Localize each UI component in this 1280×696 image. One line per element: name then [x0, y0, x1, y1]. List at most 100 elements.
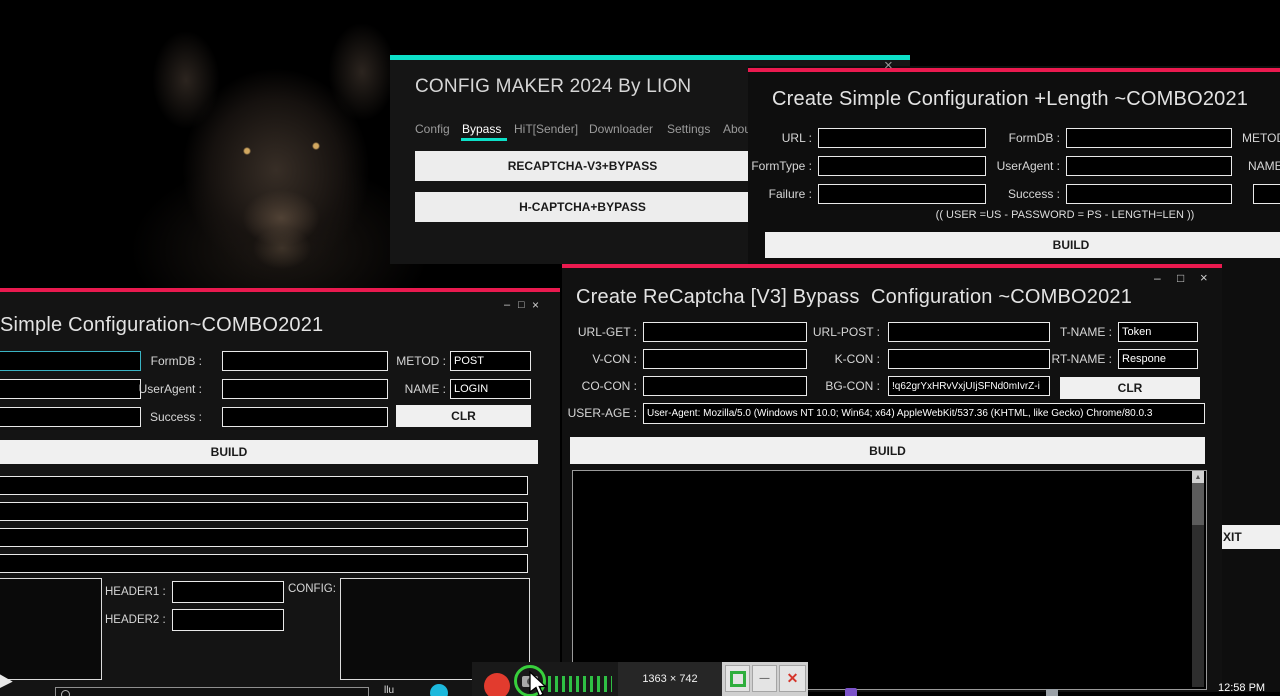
success-input[interactable] — [222, 407, 388, 427]
config-line-input[interactable] — [0, 554, 528, 573]
success-label: Success : — [980, 187, 1060, 201]
close-icon[interactable]: × — [884, 60, 893, 72]
header1-label: HEADER1 : — [105, 586, 167, 598]
failure-input[interactable] — [0, 407, 141, 427]
tab-bypass[interactable]: Bypass — [462, 122, 501, 136]
success-label: Success : — [130, 410, 202, 424]
url-post-input[interactable] — [888, 322, 1050, 342]
build-button[interactable]: BUILD — [0, 440, 538, 464]
recorder-close-button[interactable]: ✕ — [779, 665, 806, 692]
scrollbar-thumb[interactable] — [1192, 483, 1204, 525]
config-line-input[interactable] — [0, 528, 528, 547]
metod-label: METOD — [1242, 131, 1280, 145]
recaptcha-config-title-bar[interactable] — [562, 264, 1222, 268]
exit-button[interactable]: XIT — [1222, 525, 1280, 549]
config-line-input[interactable] — [0, 476, 528, 495]
output-box — [572, 470, 1207, 690]
maximize-icon[interactable]: □ — [1177, 272, 1184, 284]
taskbar-search-box[interactable] — [55, 687, 369, 696]
name-input[interactable] — [450, 379, 531, 399]
simple-config-title: Simple Configuration~COMBO2021 — [0, 314, 323, 337]
clr-button[interactable]: CLR — [396, 405, 531, 427]
user-age-label: USER-AGE : — [565, 406, 637, 420]
length-config-title-bar[interactable] — [748, 68, 1280, 72]
partial-window-text: llu — [384, 685, 394, 696]
green-square-icon — [730, 671, 746, 687]
co-con-input[interactable] — [643, 376, 807, 396]
build-button[interactable]: BUILD — [570, 437, 1205, 464]
tab-settings[interactable]: Settings — [667, 122, 710, 136]
v-con-input[interactable] — [643, 349, 807, 369]
config-maker-title: CONFIG MAKER 2024 By LION — [415, 76, 691, 98]
rt-name-label: RT-NAME : — [1050, 352, 1112, 366]
url-get-label: URL-GET : — [565, 325, 637, 339]
header2-input[interactable] — [172, 609, 284, 631]
k-con-input[interactable] — [888, 349, 1050, 369]
tab-downloader[interactable]: Downloader — [589, 122, 653, 136]
header2-label: HEADER2 : — [105, 614, 167, 626]
rt-name-input[interactable] — [1118, 349, 1198, 369]
taskbar-clock[interactable]: 12:58 PM — [1218, 682, 1265, 694]
scrollbar-up-button[interactable]: ▲ — [1192, 471, 1204, 483]
formdb-label: FormDB : — [130, 354, 202, 368]
formdb-input[interactable] — [1066, 128, 1232, 148]
useragent-input[interactable] — [222, 379, 388, 399]
bg-con-label: BG-CON : — [808, 379, 880, 393]
config-label: CONFIG: — [288, 583, 340, 595]
v-con-label: V-CON : — [565, 352, 637, 366]
close-icon[interactable]: × — [1200, 272, 1208, 284]
metod-input[interactable] — [450, 351, 531, 371]
tray-icon-gray[interactable] — [1046, 689, 1058, 696]
config-maker-title-bar[interactable] — [390, 55, 910, 60]
recaptcha-v3-bypass-button[interactable]: RECAPTCHA-V3+BYPASS — [415, 151, 750, 181]
bg-con-input[interactable] — [888, 376, 1050, 396]
edge-cut-input[interactable] — [1253, 184, 1280, 204]
formdb-label: FormDB : — [980, 131, 1060, 145]
audio-waveform — [548, 676, 612, 692]
url-label: URL : — [740, 131, 812, 145]
config-line-input[interactable] — [0, 502, 528, 521]
maximize-icon[interactable]: □ — [518, 299, 525, 311]
url-input[interactable] — [818, 128, 986, 148]
co-con-label: CO-CON : — [565, 379, 637, 393]
useragent-label: UserAgent : — [976, 159, 1060, 173]
length-hint-text: (( USER =US - PASSWORD = PS - LENGTH=LEN… — [815, 209, 1280, 221]
formdb-input[interactable] — [222, 351, 388, 371]
clr-button[interactable]: CLR — [1060, 377, 1200, 399]
t-name-label: T-NAME : — [1050, 325, 1112, 339]
tab-hit-sender[interactable]: HiT[Sender] — [514, 122, 578, 136]
stop-button[interactable] — [725, 665, 750, 692]
name-label: NAME — [1248, 159, 1280, 173]
header1-input[interactable] — [172, 581, 284, 603]
recorder-minimize-button[interactable]: — — [752, 665, 777, 692]
useragent-input[interactable] — [1066, 156, 1232, 176]
failure-input[interactable] — [818, 184, 986, 204]
t-name-input[interactable] — [1118, 322, 1198, 342]
tab-config[interactable]: Config — [415, 122, 450, 136]
url-get-input[interactable] — [643, 322, 807, 342]
h-captcha-bypass-button[interactable]: H-CAPTCHA+BYPASS — [415, 192, 750, 222]
mouse-cursor — [528, 670, 548, 696]
desktop: CONFIG MAKER 2024 By LION Config Bypass … — [0, 0, 1280, 696]
left-output-box — [0, 578, 102, 680]
build-button[interactable]: BUILD — [765, 232, 1280, 258]
search-icon — [61, 690, 70, 696]
formtype-label: FormType : — [728, 159, 812, 173]
minimize-icon[interactable]: – — [1154, 272, 1161, 284]
close-icon[interactable]: × — [532, 299, 539, 311]
url-input[interactable] — [0, 351, 141, 371]
active-tab-underline — [461, 138, 507, 141]
record-button[interactable] — [484, 673, 510, 696]
metod-label: METOD : — [396, 354, 446, 368]
formtype-input[interactable] — [818, 156, 986, 176]
recaptcha-config-title: Create ReCaptcha [V3] Bypass Configurati… — [576, 286, 1132, 309]
minimize-icon[interactable]: – — [504, 299, 510, 311]
tray-icon-purple[interactable] — [845, 688, 857, 696]
success-input[interactable] — [1066, 184, 1232, 204]
taskbar-app-icon-teal[interactable] — [430, 684, 448, 696]
name-label: NAME : — [396, 382, 446, 396]
user-agent-input[interactable] — [643, 403, 1205, 424]
useragent-label: UserAgent : — [118, 382, 202, 396]
k-con-label: K-CON : — [808, 352, 880, 366]
simple-config-title-bar[interactable] — [0, 288, 560, 292]
